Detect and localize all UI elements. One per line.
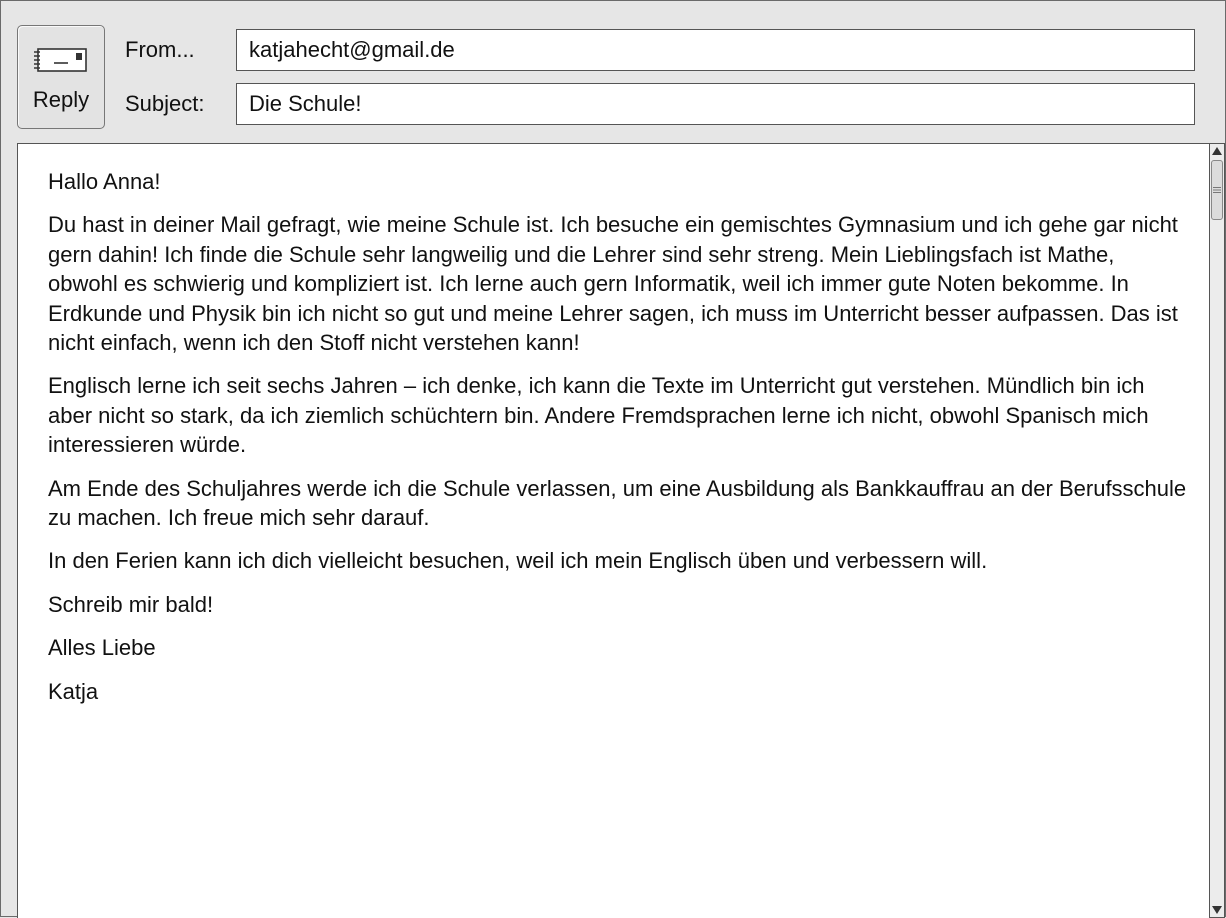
message-signoff: Alles Liebe [48,635,156,661]
message-text: Hallo Anna! Du hast in deiner Mail gefra… [48,167,1188,720]
envelope-icon [34,48,87,72]
reply-label: Reply [32,87,90,112]
message-closing: Schreib mir bald! [48,591,214,617]
grip-icon [1213,187,1221,193]
arrow-up-icon [1212,147,1222,155]
message-paragraph: Am Ende des Schuljahres werde ich die Sc… [48,475,1187,531]
reply-button[interactable]: Reply [17,25,105,129]
subject-label: Subject: [125,91,205,116]
from-field[interactable]: katjahecht@gmail.de [236,29,1195,71]
scroll-up-button[interactable] [1210,144,1224,158]
message-paragraph: Englisch lerne ich seit sechs Jahren – i… [48,373,1149,458]
message-paragraph: In den Ferien kann ich dich vielleicht b… [48,548,988,574]
subject-field[interactable]: Die Schule! [236,83,1195,125]
scroll-down-button[interactable] [1210,903,1224,917]
arrow-down-icon [1212,906,1222,914]
vertical-scrollbar[interactable] [1210,143,1225,918]
message-paragraph: Du hast in deiner Mail gefragt, wie mein… [48,212,1178,356]
email-window: Reply From... katjahecht@gmail.de Subjec… [0,0,1226,918]
message-signature: Katja [48,678,99,704]
message-body[interactable]: Hallo Anna! Du hast in deiner Mail gefra… [17,143,1210,918]
scroll-thumb[interactable] [1211,160,1223,220]
from-label[interactable]: From... [125,29,195,71]
message-greeting: Hallo Anna! [48,169,161,194]
